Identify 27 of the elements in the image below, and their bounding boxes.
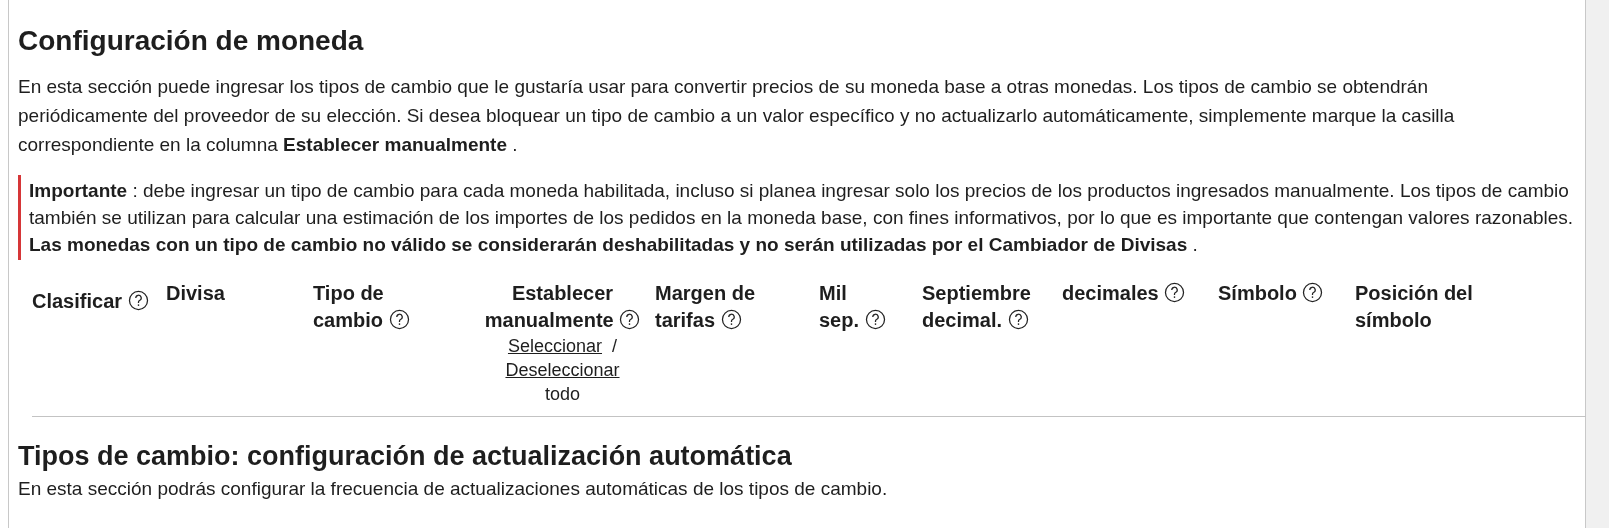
notice-text: Importante : debe ingresar un tipo de cambio para cada moneda habilitada, incluso si planea ingresar solo los precios de los productos ingresados manualmente. Los tipos de cambio también se utilizan para calcular una estimación de los importes de los pedidos en la moneda base, con fines informativos, por lo que es importante que contengan valores razonables. Las monedas con un tipo de cambio no válido se considerarán deshabilitadas y no serán utilizadas por el Cambiador de Divisas .: [29, 179, 1575, 257]
select-link[interactable]: Seleccionar: [507, 336, 602, 356]
help-icon[interactable]: [1007, 309, 1029, 330]
section-heading: Configuración de moneda: [18, 24, 365, 58]
help-icon[interactable]: [1302, 282, 1324, 303]
help-icon[interactable]: [127, 290, 149, 311]
column-header: Clasificar: [32, 288, 149, 315]
help-icon[interactable]: [619, 309, 641, 330]
separator-text: /: [612, 336, 618, 356]
help-icon[interactable]: [864, 309, 886, 330]
help-icon[interactable]: [388, 309, 410, 330]
column-header: decimales: [1062, 280, 1186, 307]
deselect-link[interactable]: Deseleccionar: [505, 358, 620, 382]
column-header: Tipo de cambio: [313, 280, 425, 334]
column-header: Símbolo: [1218, 280, 1324, 307]
section-heading: Tipos de cambio: configuración de actualización automática: [18, 440, 793, 473]
column-header: Mil sep.: [819, 280, 889, 334]
column-header: Posición del símbolo: [1355, 281, 1474, 333]
column-header: Divisa: [166, 281, 225, 306]
all-text: todo: [543, 383, 581, 406]
help-icon[interactable]: [720, 309, 742, 330]
intro-paragraph: En esta sección puede ingresar los tipos de cambio que le gustaría usar para convertir precios de su moneda base a otras monedas. Los tipos de cambio se obtendrán periódicamente del proveedor de su elección. Si desea bloquear un tipo de cambio a un valor específico y no actualizarlo automáticamente, simplemente marque la casilla correspondiente en la columna Establecer manualmente .: [18, 75, 1456, 157]
section-description: En esta sección podrás configurar la frecuencia de actualizaciones automáticas de los tipos de cambio.: [18, 477, 889, 501]
column-header: Septiembre decimal.: [922, 281, 1032, 333]
column-header: Margen de tarifas: [655, 281, 757, 333]
help-icon[interactable]: [1164, 282, 1186, 303]
column-header: Establecer manualmente: [475, 280, 650, 334]
